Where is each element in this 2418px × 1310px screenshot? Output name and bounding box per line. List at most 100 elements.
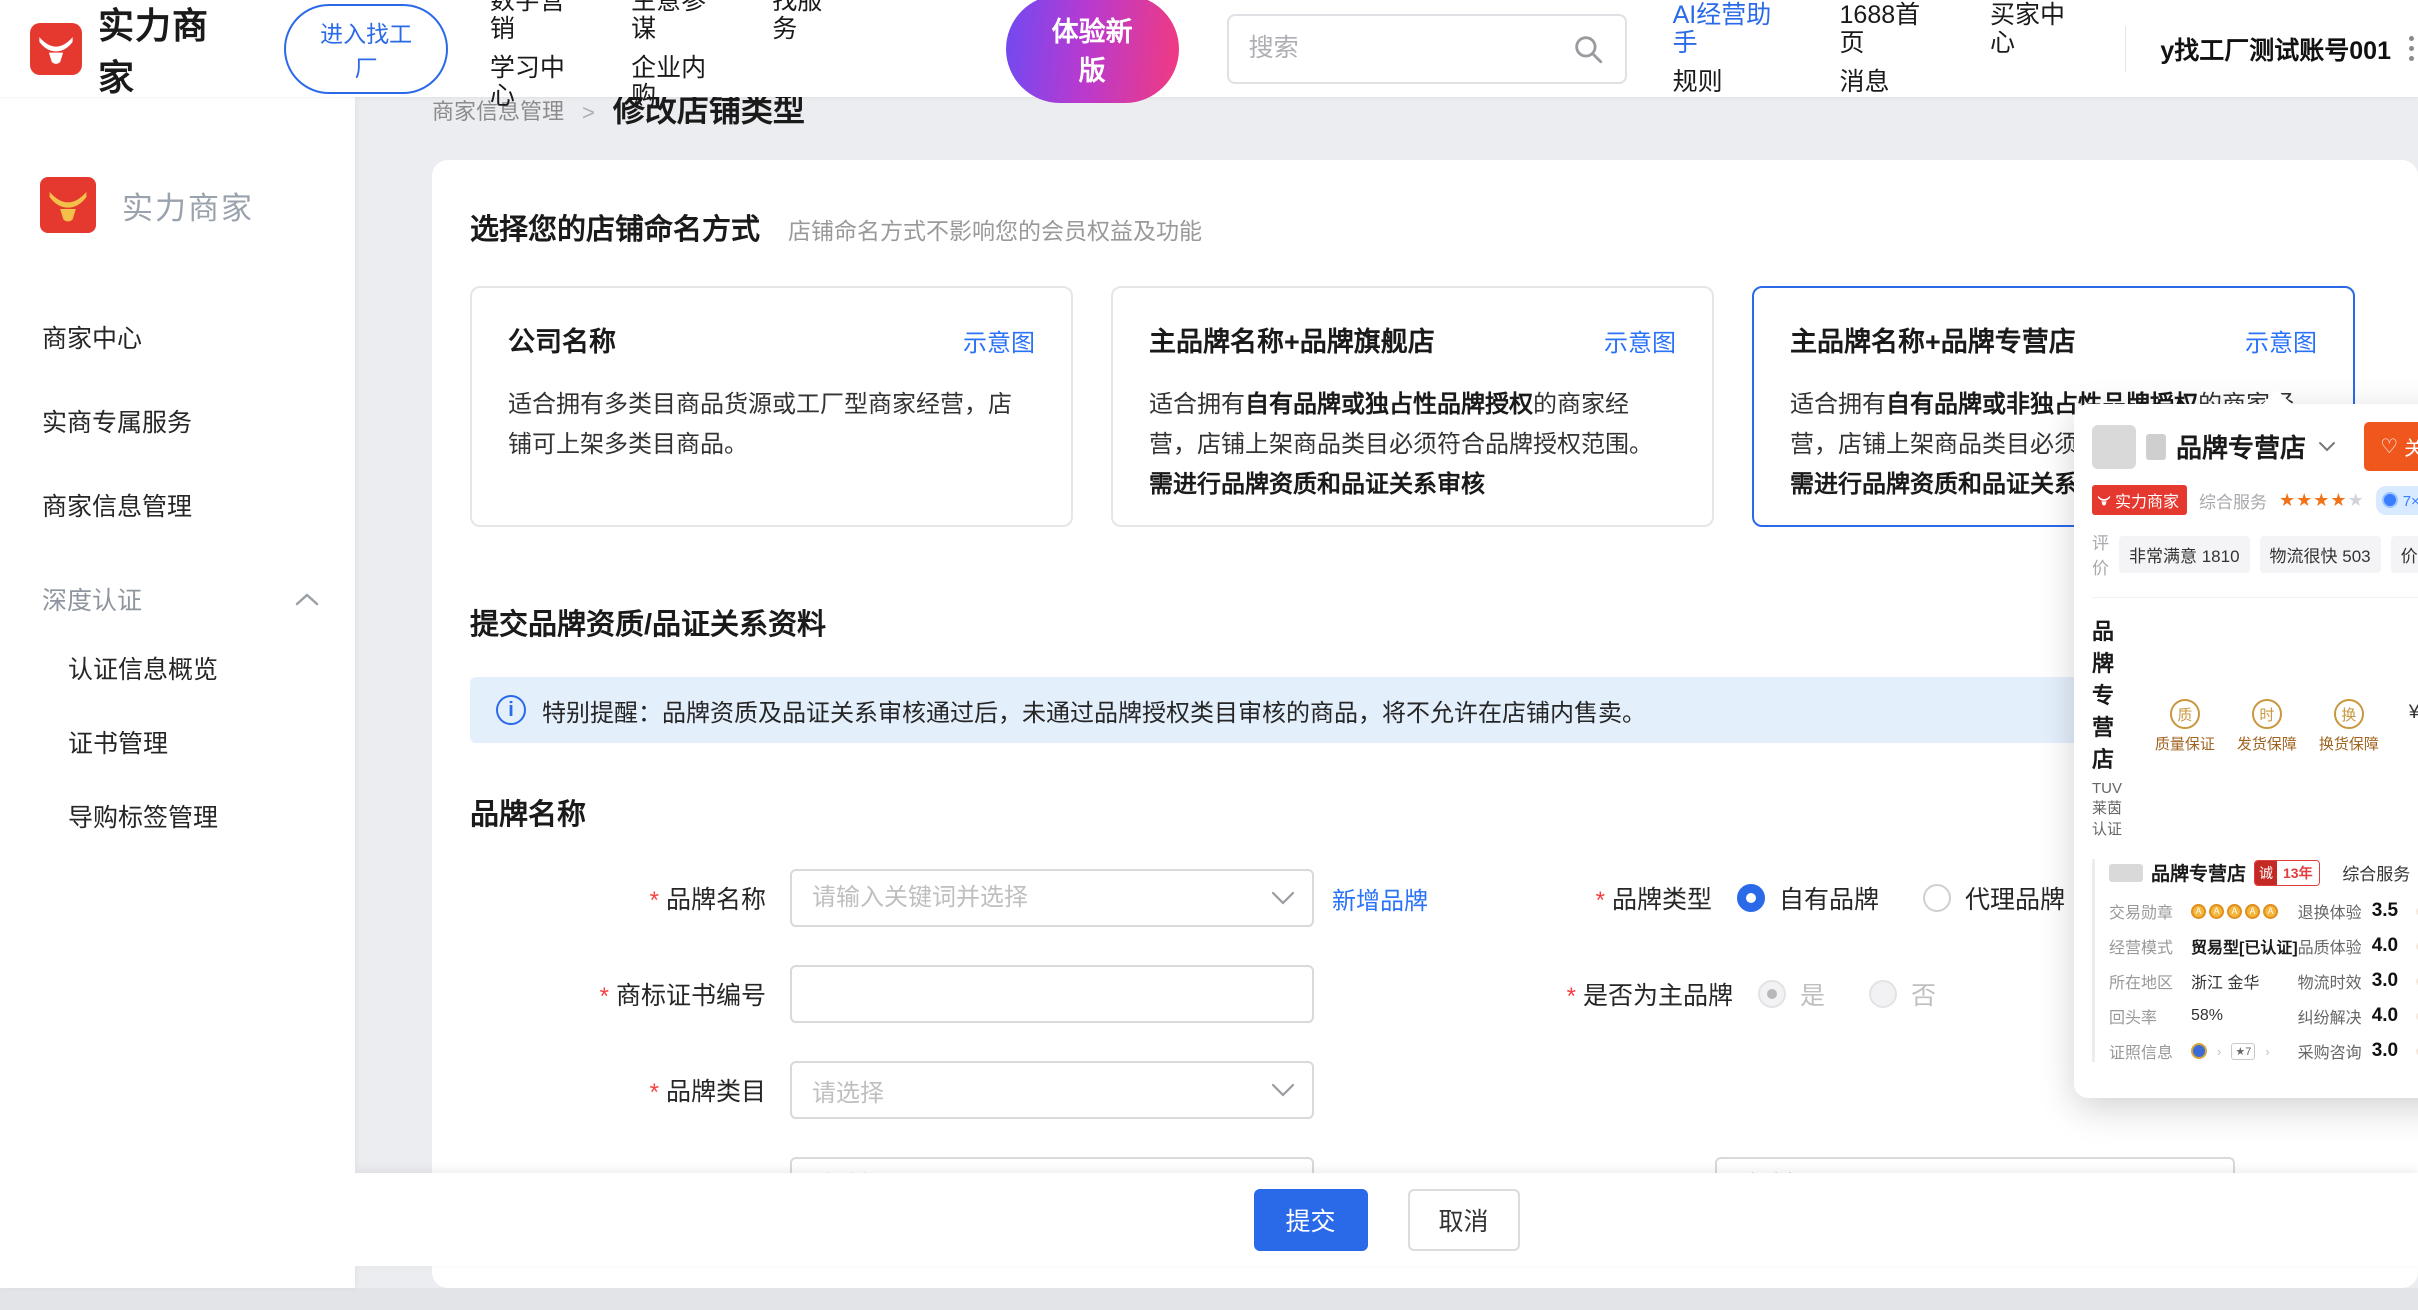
guarantee-shipping: 时 发货保障 [2237,699,2297,754]
link-rules[interactable]: 规则 [1673,68,1786,96]
top-header: 实力商家 进入找工厂 数字营销 学习中心 生意参谋 企业内购 找服务 体验新版 [0,0,2418,97]
cert-no-field[interactable] [790,965,1314,1023]
shipping-icon: 时 [2252,699,2282,729]
link-col-ai: AI经营助手 规则 [1673,1,1786,96]
card-desc-pre: 适合拥有 [1149,391,1245,418]
overall-service: 综合服务 ★★★★★ [2342,860,2418,885]
try-new-version-button[interactable]: 体验新版 [1006,0,1179,103]
is-main-label: 是否为主品牌 [1314,976,1733,1012]
account-name[interactable]: y找工厂测试账号001 [2160,31,2391,67]
brand-name-label: 品牌名称 [470,880,766,916]
stat-label: 纠纷解决 [2298,1004,2362,1028]
sidebar-item-guide-tags[interactable]: 导购标签管理 [0,779,355,853]
sidebar: 实力商家 商家中心 实商专属服务 商家信息管理 深度认证 认证信息概览 证书管理… [0,97,355,1288]
nav-business-advisor[interactable]: 生意参谋 [631,0,722,43]
shop-type: 品牌专营店 [2092,614,2133,774]
stat-label: 交易勋章 [2109,899,2181,923]
cancel-button[interactable]: 取消 [1408,1189,1520,1251]
submit-button[interactable]: 提交 [1254,1189,1368,1251]
card-desc-pre: 适合拥有 [1790,391,1886,418]
link-buyer-center[interactable]: 买家中心 [1990,1,2081,57]
review-tag[interactable]: 非常满意 1810 [2119,536,2250,573]
stats-columns: 交易勋章 A A A A A 经营模式 贸易型[已认证] [2109,900,2418,1062]
radio-dot [1923,884,1951,912]
deposit-label: 保证金 [2409,730,2418,751]
follow-button[interactable]: ♡ 关注 [2364,422,2418,471]
stat-business-mode: 经营模式 贸易型[已认证] [2109,935,2298,957]
stat-value: 58% [2191,1007,2223,1025]
nav-col-3: 找服务 [772,0,840,110]
brand-logo-icon [30,23,82,75]
strength-badge-label: 实力商家 [2115,488,2179,512]
blurred-name-prefix [2109,864,2143,882]
header-search[interactable] [1227,14,1627,84]
demo-image-link[interactable]: 示意图 [2245,323,2317,358]
stat-label: 所在地区 [2109,969,2181,993]
blurred-shop-logo [2092,425,2136,469]
action-footer: 提交 取消 [355,1173,2418,1266]
radio-agent-brand[interactable]: 代理品牌 [1923,880,2065,916]
license-star-box[interactable]: ★7 [2231,1043,2255,1060]
nav-digital-marketing[interactable]: 数字营销 [490,0,581,43]
brand-type-label: 品牌类型 [1428,880,1712,916]
follow-label: 关注 [2404,432,2418,461]
stat-value: 贸易型[已认证] [2191,934,2298,958]
sidebar-item-cert-overview[interactable]: 认证信息概览 [0,631,355,705]
naming-section-header: 选择您的店铺命名方式 店铺命名方式不影响您的会员权益及功能 [470,206,2360,248]
nav-enterprise-purchase[interactable]: 企业内购 [631,54,722,110]
medal-icon: A [2227,904,2242,919]
review-label: 评价 [2092,529,2109,579]
sidebar-item-merchant-info[interactable]: 商家信息管理 [0,463,355,547]
stat-score: 4.0 [2372,935,2406,957]
demo-image-link[interactable]: 示意图 [1604,323,1676,358]
deposit-amount: ¥15,976.35 [2409,702,2418,724]
enter-factory-button[interactable]: 进入找工厂 [284,4,448,94]
header-links: AI经营助手 规则 1688首页 消息 买家中心 [1673,1,2082,96]
link-1688-home[interactable]: 1688首页 [1840,1,1937,57]
chevron-down-icon [2318,441,2336,452]
radio-is-main-no: 否 [1869,976,1936,1012]
shop-type-block: 品牌专营店 TUV莱茵认证 [2092,614,2133,839]
stat-return-rate: 回头率 58% [2109,1005,2298,1027]
sidebar-item-merchant-center[interactable]: 商家中心 [0,295,355,379]
add-brand-link[interactable]: 新增品牌 [1332,881,1428,916]
naming-hint: 店铺命名方式不影响您的会员权益及功能 [788,212,1202,246]
brand-name-select[interactable] [790,869,1314,927]
nav-learning-center[interactable]: 学习中心 [490,54,581,110]
info-icon: i [496,695,526,725]
sidebar-section-deep-cert[interactable]: 深度认证 [0,547,355,631]
sidebar-item-exclusive-services[interactable]: 实商专属服务 [0,379,355,463]
review-tag[interactable]: 价格便宜 332 [2391,536,2418,573]
chevron-down-icon [1270,1082,1296,1098]
radio-dot-disabled [1869,980,1897,1008]
card-desc-text: 适合拥有多类目商品货源或工厂型商家经营，店铺可上架多类目商品。 [508,391,1012,458]
sidebar-item-cert-management[interactable]: 证书管理 [0,705,355,779]
card-flagship-store[interactable]: 主品牌名称+品牌旗舰店 示意图 适合拥有自有品牌或独占性品牌授权的商家经营，店铺… [1111,286,1714,527]
radio-own-brand[interactable]: 自有品牌 [1737,880,1879,916]
stats-header: 品牌专营店 诚 13年 综合服务 ★★★★★ [2109,859,2418,886]
strength-merchant-badge: 实力商家 [2092,485,2187,515]
cert-no-label: 商标证书编号 [470,976,766,1012]
stat-location: 所在地区 浙江 金华 [2109,970,2298,992]
demo-image-link[interactable]: 示意图 [963,323,1035,358]
account-menu-icon[interactable] [2405,32,2418,65]
stat-value-bold: 贸易型[已认证] [2191,940,2298,957]
category-placeholder[interactable]: 请选择 [790,1061,1314,1119]
review-tag[interactable]: 物流很快 503 [2260,536,2381,573]
medal-icon: A [2191,904,2206,919]
stats-right-column: 退换体验 3.5 品质体验 4.0 物流时效 3.0 [2298,900,2418,1062]
nav-find-services[interactable]: 找服务 [772,0,840,43]
link-ai-assistant[interactable]: AI经营助手 [1673,1,1786,57]
category-select[interactable]: 请选择 [790,1061,1314,1119]
license-emblem-icon[interactable] [2191,1043,2207,1059]
search-icon[interactable] [1571,32,1605,66]
brand-type-radio-group: 自有品牌 代理品牌 [1737,880,2065,916]
brand-name-input[interactable] [790,869,1314,927]
card-description: 适合拥有自有品牌或独占性品牌授权的商家经营，店铺上架商品类目必须符合品牌授权范围… [1149,385,1676,505]
stat-trade-medals: 交易勋章 A A A A A [2109,900,2298,922]
cert-no-input[interactable] [790,965,1314,1023]
card-company-name[interactable]: 公司名称 示意图 适合拥有多类目商品货源或工厂型商家经营，店铺可上架多类目商品。 [470,286,1073,527]
years-badge: 诚 13年 [2254,860,2320,886]
search-input[interactable] [1249,34,1571,63]
link-messages[interactable]: 消息 [1840,68,1937,96]
